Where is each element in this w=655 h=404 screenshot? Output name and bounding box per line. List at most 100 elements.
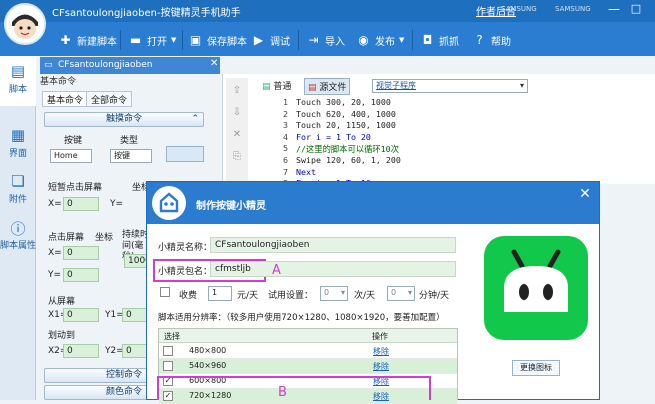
charge-checkbox[interactable] <box>160 287 170 298</box>
folder-icon: ▬ <box>129 33 142 47</box>
save-icon: ▣ <box>189 33 202 47</box>
touch-hold-x-input[interactable]: 0 <box>63 246 99 260</box>
col-action-header: 操作 <box>372 332 388 341</box>
dialog-close-icon[interactable]: ✕ <box>577 186 593 202</box>
times-per-day-label: 次/天 <box>354 291 376 301</box>
tab-all-commands[interactable]: 全部命令 <box>86 91 133 107</box>
document-icon: ▭ <box>44 60 53 70</box>
rail-item-script[interactable]: ▤ 脚本 <box>0 56 36 106</box>
code-line[interactable]: Next <box>296 167 316 177</box>
new-script-button[interactable]: ✚ 新建脚本 <box>58 30 117 50</box>
open-button[interactable]: ▬ 打开 ▼ <box>128 30 177 50</box>
swipe-x2-input[interactable]: 0 <box>63 344 99 358</box>
remove-link[interactable]: 移除 <box>373 346 389 357</box>
col-select-header: 选择 <box>164 332 180 341</box>
grid-icon: ▦ <box>10 126 26 144</box>
subroutine-select[interactable]: 视觉子程序 ▾ <box>372 79 528 93</box>
key-label: 按键 <box>64 136 83 146</box>
author-backend-link[interactable]: 作者后台 <box>476 3 516 18</box>
toolbar-separator <box>298 30 299 50</box>
dialog-title: 制作按键小精灵 <box>196 201 266 212</box>
code-line[interactable]: Touch 300, 20, 1000 <box>296 97 391 107</box>
row-checkbox[interactable] <box>163 346 173 356</box>
chevron-down-icon: ▾ <box>340 288 345 297</box>
trial-times-select[interactable]: 0 ▾ <box>320 286 348 301</box>
help-icon: ? <box>476 33 483 47</box>
x-label: X= <box>48 199 62 209</box>
minimize-button[interactable]: — <box>605 2 623 20</box>
swipe-x1-input[interactable]: 0 <box>63 308 99 322</box>
sprite-name-input[interactable]: CFsantoulongjiaoben <box>210 237 456 253</box>
maximize-button[interactable]: □ <box>627 2 645 20</box>
line-number: 3 <box>283 120 288 131</box>
code-line[interactable]: Touch 20, 1150, 1000 <box>296 120 396 130</box>
chevron-down-icon: ▾ <box>519 81 524 90</box>
avatar-icon <box>6 5 44 43</box>
package-name-input[interactable]: cfmstljb <box>210 261 456 277</box>
insert-key-button[interactable] <box>166 146 204 162</box>
swipe-to-label: 划动到 <box>48 331 76 341</box>
normal-mode-icon: ▤ <box>262 82 271 92</box>
capture-button[interactable]: ◘ 抓抓 <box>420 30 459 50</box>
type-select[interactable]: 按键 <box>110 149 152 163</box>
short-touch-x-input[interactable]: 0 <box>63 197 99 211</box>
tab-basic-commands[interactable]: 基本命令 <box>42 91 89 107</box>
code-line[interactable]: Touch 620, 400, 1000 <box>296 109 396 119</box>
yuan-per-day-label: 元/天 <box>237 291 259 301</box>
publish-button[interactable]: ◉ 发布 ▼ <box>356 30 404 50</box>
key-select[interactable]: Home <box>50 149 92 163</box>
mark-b-box <box>157 376 431 400</box>
replace-icon-button[interactable]: 更换图标 <box>512 360 560 376</box>
charge-amount-input[interactable]: 1 <box>208 286 232 301</box>
mode-source-tab[interactable]: ▤ 源文件 <box>304 78 351 95</box>
package-name-label: 小精灵包名： <box>158 267 213 277</box>
source-mode-icon: ▤ <box>308 83 317 93</box>
script-icon: ▤ <box>10 62 26 80</box>
type-label: 类型 <box>120 136 139 146</box>
panel-header: 基本命令 <box>40 77 77 87</box>
trial-label: 试用设置： <box>268 291 314 301</box>
avatar[interactable] <box>4 3 46 45</box>
minutes-per-day-label: 分钟/天 <box>419 291 450 301</box>
sprite-face-icon <box>153 187 185 219</box>
code-line[interactable]: //这里的脚本可以循环10次 <box>296 143 399 155</box>
close-tab-icon[interactable]: ✕ <box>210 58 218 69</box>
publish-icon: ◉ <box>358 33 369 47</box>
mode-normal-tab[interactable]: ▤ 普通 <box>262 79 291 92</box>
toolbar-separator <box>120 30 121 50</box>
sprite-logo-icon <box>152 186 186 220</box>
rail-item-ui[interactable]: ▦ 界面 <box>0 120 36 170</box>
save-script-button[interactable]: ▣ 保存脚本 <box>188 30 247 50</box>
rail-item-script-props[interactable]: ⓘ 脚本属性 <box>0 212 36 262</box>
y1-label: Y1= <box>105 310 124 320</box>
short-touch-label: 短暂点击屏幕 <box>48 183 103 193</box>
toolbar-separator <box>412 30 413 50</box>
table-row[interactable]: 540×960 移除 <box>159 359 457 374</box>
help-button[interactable]: ? 帮助 <box>472 30 511 50</box>
remove-link[interactable]: 移除 <box>373 361 389 372</box>
device-chip-2[interactable]: SAMSUNG <box>552 4 594 17</box>
trial-minutes-select[interactable]: 0 ▾ <box>387 286 415 301</box>
x-label-2: X= <box>48 248 62 258</box>
line-number: 4 <box>283 131 288 142</box>
touch-hold-label: 点击屏幕 <box>48 233 85 243</box>
mark-b-label: B <box>278 385 287 400</box>
chevron-down-icon: ▼ <box>171 36 177 44</box>
script-tab[interactable]: ▭ CFsantoulongjiaoben <box>40 57 220 74</box>
rail-item-attachment[interactable]: ❏ 附件 <box>0 166 36 216</box>
editor-tool-icons[interactable]: ⇧ ⇩ ✕ ⎘ <box>226 80 248 168</box>
touch-commands-bar[interactable]: 触摸命令 ⌃ <box>44 112 204 127</box>
row-checkbox[interactable] <box>163 361 173 371</box>
line-number: 6 <box>283 155 288 165</box>
y-label-2: Y= <box>48 270 62 280</box>
table-row[interactable]: 480×800 移除 <box>159 344 457 359</box>
table-header <box>159 329 457 343</box>
import-button[interactable]: ⇥ 导入 <box>306 30 345 50</box>
line-number: 5 <box>283 143 288 154</box>
line-number: 7 <box>283 166 288 177</box>
code-line[interactable]: For i = 1 To 20 <box>296 132 371 142</box>
debug-button[interactable]: ▶ 调试 <box>251 30 290 50</box>
attachment-icon: ❏ <box>11 172 25 190</box>
touch-hold-y-input[interactable]: 0 <box>63 268 99 282</box>
code-line[interactable]: Swipe 120, 60, 1, 200 <box>296 155 401 165</box>
